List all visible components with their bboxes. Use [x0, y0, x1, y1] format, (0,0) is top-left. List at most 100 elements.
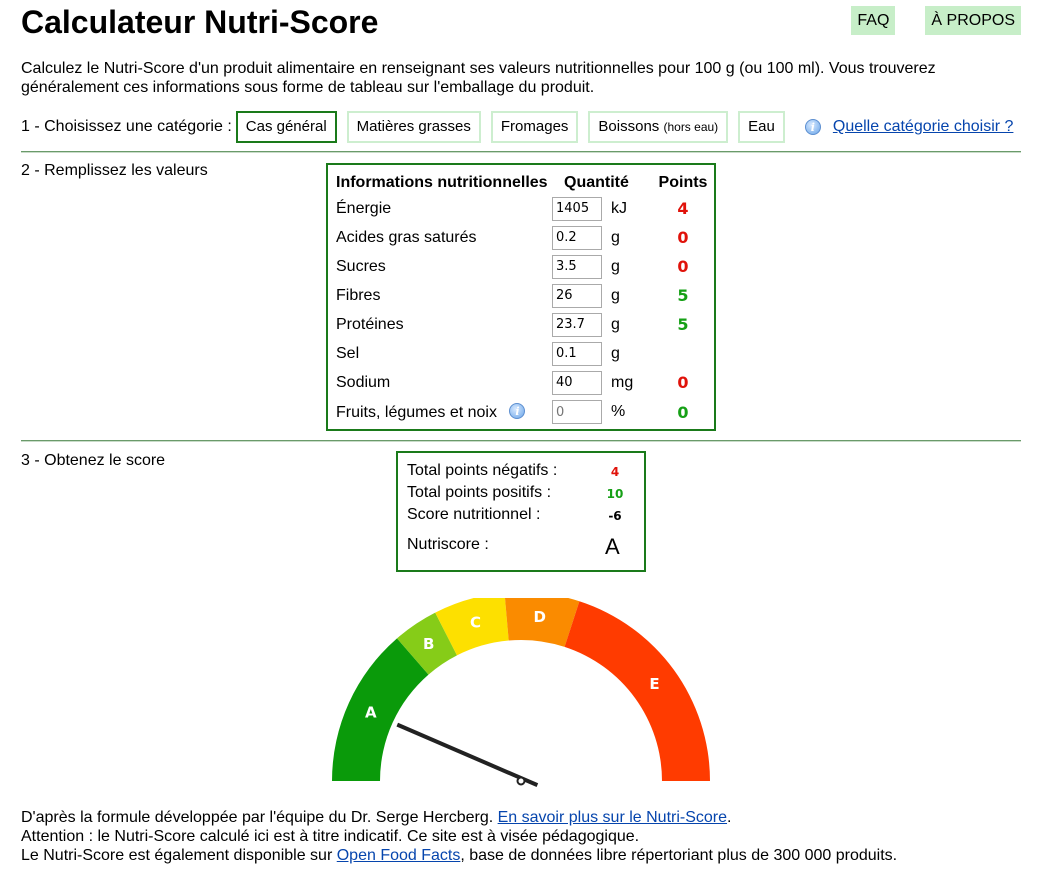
gauge-label-d: D [533, 608, 545, 626]
gauge-label-a: A [365, 704, 377, 722]
header-points: Points [658, 174, 708, 191]
footer-line-3: Le Nutri-Score est également disponible … [21, 846, 897, 865]
gauge-label-e: E [649, 675, 659, 693]
step1-label: 1 - Choisissez une catégorie : [21, 118, 232, 135]
category-general-button[interactable]: Cas général [235, 111, 337, 143]
unit-label: % [611, 403, 626, 420]
info-icon[interactable]: i [804, 119, 821, 135]
table-row: Fibres g 5 [336, 281, 714, 310]
negative-total-value: 4 [610, 465, 620, 479]
step2-label: 2 - Remplissez les valeurs [21, 162, 208, 179]
unit-label: g [611, 315, 620, 333]
points-value: 5 [677, 286, 689, 305]
top-nav: FAQ À PROPOS [851, 6, 1021, 35]
nutriscore-gauge: A B C D E [332, 598, 710, 787]
faq-button[interactable]: FAQ [851, 6, 896, 35]
nutrient-name: Fibres [336, 286, 381, 304]
category-cheese-label: Fromages [500, 118, 569, 135]
nutrition-table-box: Informations nutritionnelles Quantité Po… [326, 163, 716, 431]
footer-disclaimer: Attention : le Nutri-Score calculé ici e… [21, 828, 640, 845]
about-button[interactable]: À PROPOS [925, 6, 1021, 35]
category-water-button[interactable]: Eau [738, 111, 785, 143]
gauge-needle [396, 722, 539, 787]
unit-label: g [611, 344, 620, 362]
points-value: 4 [677, 199, 689, 218]
nutrient-name: Fruits, légumes et noix [336, 403, 497, 421]
unit-label: mg [611, 373, 634, 391]
positive-total-value: 10 [606, 487, 624, 501]
header-info: Informations nutritionnelles [336, 174, 548, 191]
unit-label: kJ [611, 199, 627, 217]
nutrient-name: Sodium [336, 373, 391, 391]
footer-off-pre: Le Nutri-Score est également disponible … [21, 847, 333, 864]
category-drinks-label: Boissons [598, 118, 660, 135]
nutrition-table: Informations nutritionnelles Quantité Po… [336, 172, 714, 427]
table-row: Acides gras saturés g 0 [336, 223, 714, 252]
nutrient-name: Énergie [336, 199, 392, 217]
table-row: Sucres g 0 [336, 252, 714, 281]
nutrient-name: Sel [336, 344, 360, 362]
table-row: Protéines g 5 [336, 310, 714, 339]
category-fats-button[interactable]: Matières grasses [346, 111, 481, 143]
open-food-facts-link[interactable]: Open Food Facts [337, 847, 461, 864]
points-value: 5 [677, 315, 689, 334]
score-box: Total points négatifs : 4 Total points p… [396, 451, 646, 572]
header-quantity: Quantité [564, 174, 629, 191]
gauge-label-b: B [423, 635, 434, 653]
category-selector: 1 - Choisissez une catégorie : Cas génér… [21, 111, 1013, 143]
divider [21, 151, 1021, 153]
category-general-label: Cas général [245, 118, 327, 135]
nutriscore-grade: A [605, 534, 620, 559]
sugars-input[interactable] [552, 254, 602, 279]
unit-label: g [611, 228, 620, 246]
gauge-label-c: C [470, 613, 481, 631]
table-row: Sodium mg 0 [336, 368, 714, 397]
nutrient-name: Acides gras saturés [336, 228, 477, 246]
points-value: 0 [677, 373, 689, 392]
points-value: 0 [677, 402, 689, 422]
page-title: Calculateur Nutri-Score [21, 4, 379, 40]
category-help-link[interactable]: Quelle catégorie choisir ? [833, 118, 1014, 136]
step3-label: 3 - Obtenez le score [21, 452, 166, 469]
category-fats-label: Matières grasses [356, 118, 471, 135]
footer-credit-text: D'après la formule développée par l'équi… [21, 809, 494, 826]
nutriscore-info-link[interactable]: En savoir plus sur le Nutri-Score [498, 809, 727, 826]
nutritional-score-value: -6 [608, 509, 622, 523]
footer-line-1: D'après la formule développée par l'équi… [21, 808, 897, 827]
nutritional-score-label: Score nutritionnel : [407, 506, 541, 523]
footer-period: . [727, 809, 732, 826]
table-row: Fruits, légumes et noix i % 0 [336, 397, 714, 427]
gauge-pivot [516, 776, 526, 786]
salt-input[interactable] [552, 341, 602, 366]
gauge-segment-a [332, 638, 429, 781]
category-cheese-button[interactable]: Fromages [490, 111, 579, 143]
unit-label: g [611, 286, 620, 304]
points-value [652, 339, 714, 368]
energy-input[interactable] [552, 196, 602, 221]
category-drinks-button[interactable]: Boissons (hors eau) [588, 111, 729, 143]
points-value: 0 [677, 228, 689, 247]
table-row: Énergie kJ 4 [336, 194, 714, 223]
divider [21, 440, 1021, 442]
info-icon[interactable]: i [509, 402, 526, 419]
nutriscore-label: Nutriscore : [407, 536, 489, 553]
sodium-input[interactable] [552, 370, 602, 395]
negative-total-label: Total points négatifs : [407, 462, 558, 479]
positive-total-label: Total points positifs : [407, 484, 552, 501]
fibre-input[interactable] [552, 283, 602, 308]
nutrient-name: Sucres [336, 257, 386, 275]
fruits-vegetables-input[interactable] [552, 400, 602, 424]
table-row: Sel g [336, 339, 714, 368]
gauge-segment-e [564, 601, 710, 781]
nutrient-name-cell: Fruits, légumes et noix i [336, 397, 552, 427]
footer-off-post: , base de données libre répertoriant plu… [460, 847, 898, 864]
nutrient-name: Protéines [336, 315, 404, 333]
footer: D'après la formule développée par l'équi… [21, 808, 897, 865]
points-value: 0 [677, 257, 689, 276]
saturated-fat-input[interactable] [552, 225, 602, 250]
unit-label: g [611, 257, 620, 275]
intro-text: Calculez le Nutri-Score d'un produit ali… [21, 60, 936, 96]
category-water-label: Eau [748, 118, 775, 135]
protein-input[interactable] [552, 312, 602, 337]
category-help: i Quelle catégorie choisir ? [804, 118, 1014, 136]
